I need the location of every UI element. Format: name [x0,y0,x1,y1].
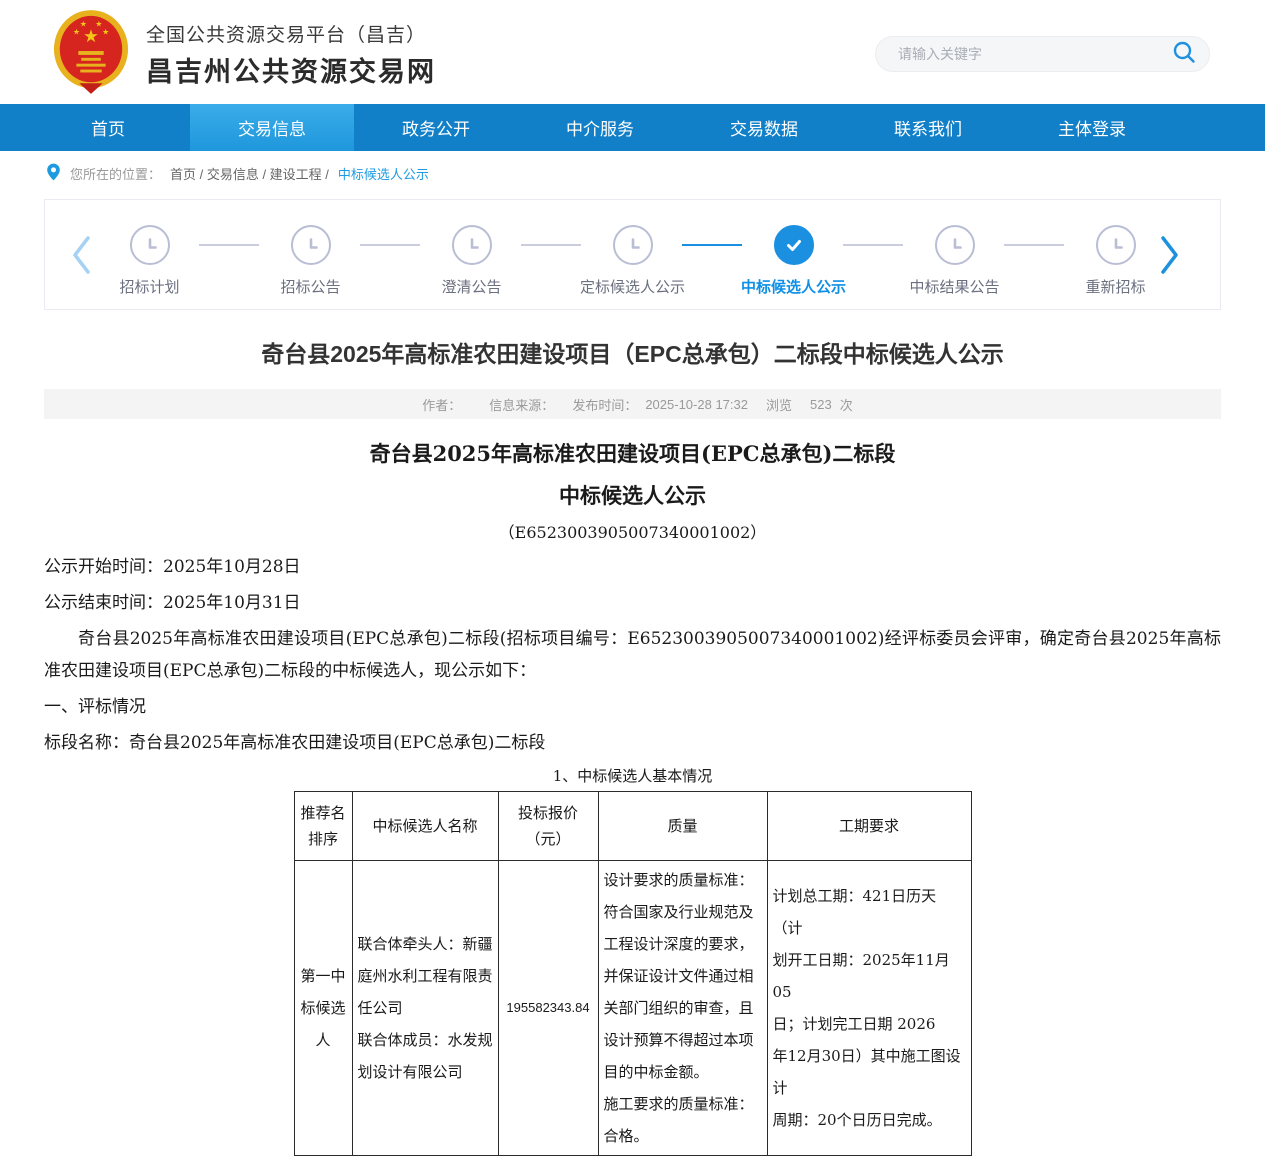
cell-candidate-name: 联合体牵头人：新疆 庭州水利工程有限责 任公司 联合体成员：水发规 划设计有限公… [352,861,498,1156]
table-row: 第一中 标候选 人 联合体牵头人：新疆 庭州水利工程有限责 任公司 联合体成员：… [294,861,971,1156]
check-icon [774,225,814,265]
nav-item-gov-open[interactable]: 政务公开 [354,104,518,151]
site-header: ★ ★ ★ ★ ★ 全国公共资源交易平台（昌吉） 昌吉州公共资源交易网 [0,0,1265,104]
step-connector [199,244,259,246]
section-1-heading: 一、评标情况 [44,689,1221,725]
step-label: 中标结果公告 [909,276,999,297]
meta-publish-label: 发布时间： [572,395,637,414]
col-header-duration: 工期要求 [767,792,971,861]
main-nav: 首页 交易信息 政务公开 中介服务 交易数据 联系我们 主体登录 [0,104,1265,151]
meta-author-label: 作者： [422,395,461,414]
breadcrumb-label: 您所在的位置： [70,164,161,183]
svg-text:★: ★ [73,27,80,36]
breadcrumb-current: 中标候选人公示 [338,164,429,183]
breadcrumb: 您所在的位置： 首页 / 交易信息 / 建设工程 / 中标候选人公示 [0,151,1265,195]
location-pin-icon [46,163,61,184]
nav-item-trade-data[interactable]: 交易数据 [682,104,846,151]
meta-views-unit: 次 [840,395,853,414]
breadcrumb-path[interactable]: 首页 / 交易信息 / 建设工程 / [170,164,329,183]
step-connector [843,244,903,246]
cell-bid-price: 195582343.84 [498,861,598,1156]
table-caption: 1、中标候选人基本情况 [44,761,1221,791]
stepper-steps: 招标计划 招标公告 澄清公告 定标候选人公示 中标候选人公示 [69,225,1196,297]
section-name-line: 标段名称：奇台县2025年高标准农田建设项目(EPC总承包)二标段 [44,725,1221,761]
svg-text:★: ★ [83,26,99,46]
candidates-table: 推荐名 排序 中标候选人名称 投标报价 （元） 质量 工期要求 第一中 标候选 … [294,791,972,1156]
step-label: 定标候选人公示 [580,276,685,297]
cell-duration: 计划总工期：421日历天（计 划开工日期：2025年11月05 日；计划完工日期… [767,861,971,1156]
site-title: 昌吉州公共资源交易网 [146,50,436,89]
step-result-announcement[interactable]: 中标结果公告 [874,225,1035,297]
meta-views-count: 523 [810,397,832,412]
step-bid-plan[interactable]: 招标计划 [69,225,230,297]
step-label: 澄清公告 [441,276,501,297]
col-header-rank: 推荐名 排序 [294,792,352,861]
svg-text:★: ★ [102,27,109,36]
doc-paragraph: 奇台县2025年高标准农田建设项目(EPC总承包)二标段(招标项目编号：E652… [44,623,1221,687]
step-winning-candidate-publicity[interactable]: 中标候选人公示 [713,225,874,297]
article-meta-bar: 作者： 信息来源： 发布时间： 2025-10-28 17:32 浏览 523 … [44,389,1221,419]
doc-project-code: （E6523003905007340001002） [44,517,1221,549]
nav-item-contact[interactable]: 联系我们 [846,104,1010,151]
step-award-candidate[interactable]: 定标候选人公示 [552,225,713,297]
meta-source-label: 信息来源： [489,395,554,414]
doc-heading-line1: 奇台县2025年高标准农田建设项目(EPC总承包)二标段 [44,433,1221,475]
nav-item-trade-info[interactable]: 交易信息 [190,104,354,151]
clock-icon [1096,225,1136,265]
step-connector [360,244,420,246]
clock-icon [452,225,492,265]
clock-icon [291,225,331,265]
nav-item-agency-service[interactable]: 中介服务 [518,104,682,151]
clock-icon [613,225,653,265]
clock-icon [130,225,170,265]
publicity-end-time: 公示结束时间：2025年10月31日 [44,585,1221,621]
clock-icon [935,225,975,265]
platform-title: 全国公共资源交易平台（昌吉） [146,20,436,47]
search-icon[interactable] [1171,39,1197,70]
search-input[interactable] [896,45,1171,63]
table-header-row: 推荐名 排序 中标候选人名称 投标报价 （元） 质量 工期要求 [294,792,971,861]
col-header-price: 投标报价 （元） [498,792,598,861]
col-header-quality: 质量 [598,792,767,861]
national-emblem-icon: ★ ★ ★ ★ ★ [52,9,130,100]
step-label: 重新招标 [1085,276,1145,297]
meta-views-label: 浏览 [766,395,792,414]
cell-quality: 设计要求的质量标准： 符合国家及行业规范及 工程设计深度的要求， 并保证设计文件… [598,861,767,1156]
nav-item-login[interactable]: 主体登录 [1010,104,1174,151]
step-label: 中标候选人公示 [741,276,846,297]
step-connector [1004,244,1064,246]
step-bid-announcement[interactable]: 招标公告 [230,225,391,297]
svg-text:★: ★ [80,19,87,28]
logo-area: ★ ★ ★ ★ ★ 全国公共资源交易平台（昌吉） 昌吉州公共资源交易网 [52,9,436,100]
col-header-name: 中标候选人名称 [352,792,498,861]
step-connector [521,244,581,246]
document-body: 奇台县2025年高标准农田建设项目(EPC总承包)二标段 中标候选人公示 （E6… [44,419,1221,1156]
step-label: 招标计划 [119,276,179,297]
step-clarification[interactable]: 澄清公告 [391,225,552,297]
doc-heading-line2: 中标候选人公示 [44,475,1221,517]
step-rebid[interactable]: 重新招标 [1035,225,1196,297]
nav-item-home[interactable]: 首页 [26,104,190,151]
cell-rank: 第一中 标候选 人 [294,861,352,1156]
search-box [875,36,1210,72]
page-title: 奇台县2025年高标准农田建设项目（EPC总承包）二标段中标候选人公示 [0,335,1265,369]
step-connector-active [682,244,742,246]
article: 奇台县2025年高标准农田建设项目（EPC总承包）二标段中标候选人公示 作者： … [0,335,1265,1156]
publicity-start-time: 公示开始时间：2025年10月28日 [44,549,1221,585]
step-label: 招标公告 [280,276,340,297]
meta-publish-time: 2025-10-28 17:32 [645,397,748,412]
process-stepper-panel: 招标计划 招标公告 澄清公告 定标候选人公示 中标候选人公示 [44,199,1221,310]
